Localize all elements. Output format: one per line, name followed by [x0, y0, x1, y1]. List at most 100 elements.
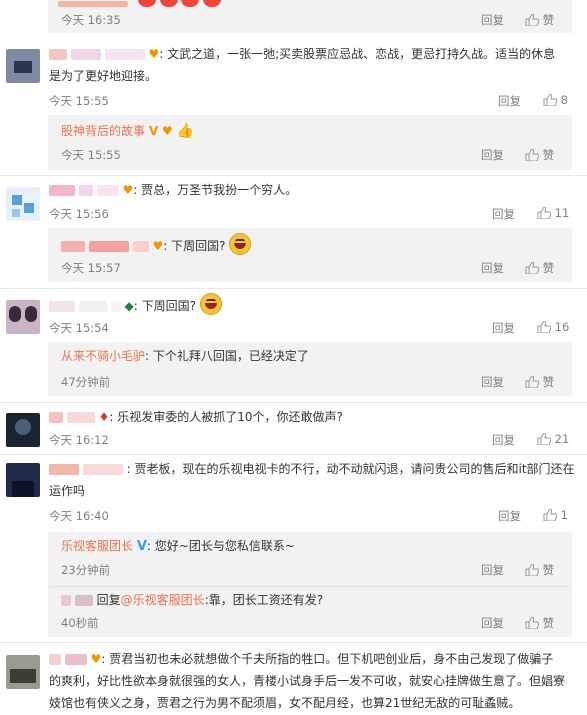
comment-time: 今天 16:40	[49, 509, 109, 523]
thumb-up-icon	[525, 376, 539, 388]
like-button[interactable]: 16	[537, 320, 569, 334]
thumb-up-icon	[537, 321, 551, 333]
like-button[interactable]: 赞	[525, 260, 554, 276]
reply-button[interactable]: 回复	[498, 93, 521, 109]
username-blurred[interactable]	[104, 49, 145, 60]
username-blurred[interactable]	[49, 654, 61, 665]
avatar[interactable]	[6, 463, 40, 497]
top-emoji-row	[58, 0, 226, 7]
thumb-up-icon	[525, 14, 539, 26]
reply-prefix: 回复	[96, 593, 121, 607]
reply-button[interactable]: 回复	[492, 320, 515, 336]
avatar[interactable]	[6, 655, 40, 689]
divider	[0, 402, 587, 403]
comment-body: ♥: 贾总，万圣节我扮一个穷人。	[49, 179, 579, 201]
like-button[interactable]: 赞	[525, 147, 554, 163]
like-label: 赞	[542, 616, 555, 630]
username-blurred[interactable]	[82, 464, 123, 475]
reply: 股神背后的故事 V ♥ 👍 今天 15:55 回复 赞	[48, 115, 572, 170]
username-blurred[interactable]	[49, 185, 75, 196]
like-button[interactable]: 8	[543, 93, 568, 107]
comment-text: : 下周回国?	[133, 299, 196, 313]
username-blurred[interactable]	[64, 654, 87, 665]
avatar[interactable]	[6, 300, 40, 334]
like-button[interactable]: 1	[543, 508, 568, 522]
divider	[0, 175, 587, 176]
vip-badge-icon: ♥	[122, 183, 134, 197]
reply-header: ♥: 下周回国?	[61, 233, 252, 255]
vip-badge-icon: ♥	[152, 239, 164, 253]
username-blurred[interactable]	[66, 412, 95, 423]
reply: 乐视客服团长 V: 您好~团长与您私信联系~ 23分钟前 回复 赞	[48, 532, 572, 586]
level-badge-icon: ♦	[98, 410, 110, 424]
reply: ♥: 下周回国? 今天 15:57 回复 赞	[48, 228, 572, 282]
username-blurred[interactable]	[61, 241, 85, 252]
comment-text: : 贾老板，现在的乐视电视卡的不行，动不动就闪退，请问贵公司的售后和it部门还在	[126, 462, 575, 476]
like-count: 8	[560, 93, 568, 107]
reply-button[interactable]: 回复	[492, 206, 515, 222]
reply-author[interactable]: 股神背后的故事	[61, 124, 145, 138]
reply-button[interactable]: 回复	[481, 615, 504, 631]
like-label: 赞	[542, 13, 555, 27]
username-blurred[interactable]	[110, 301, 121, 312]
divider	[0, 454, 587, 455]
reply-button[interactable]: 回复	[481, 374, 504, 390]
reply-button[interactable]: 回复	[498, 508, 521, 524]
thumbs-up-emoji-icon: 👍	[176, 123, 194, 139]
like-count: 1	[560, 508, 568, 522]
username-blurred[interactable]	[132, 241, 149, 252]
comment-body: : 贾老板，现在的乐视电视卡的不行，动不动就闪退，请问贵公司的售后和it部门还在…	[49, 458, 579, 502]
username-blurred[interactable]	[74, 595, 93, 606]
reply-button[interactable]: 回复	[481, 12, 504, 28]
thumb-up-icon	[525, 617, 539, 629]
reply-header: 股神背后的故事 V ♥ 👍	[61, 122, 194, 139]
reply-author[interactable]: 从来不骑小毛驴	[61, 349, 145, 363]
reply-top: 今天 16:35 回复 赞	[48, 0, 572, 33]
username-blurred[interactable]	[88, 241, 129, 252]
blurred-text	[58, 0, 128, 7]
username-blurred[interactable]	[49, 412, 63, 423]
username-blurred[interactable]	[49, 301, 75, 312]
avatar[interactable]	[6, 49, 40, 83]
like-button[interactable]: 赞	[525, 615, 554, 631]
username-blurred[interactable]	[78, 301, 107, 312]
reply-button[interactable]: 回复	[481, 147, 504, 163]
like-button[interactable]: 21	[537, 432, 569, 446]
comment-body: ♥: 贾君当初也未必就想做个千夫所指的牲口。但下机吧创业后，身不由己发现了做骗子…	[49, 648, 579, 714]
reply-author[interactable]: 乐视客服团长	[61, 539, 133, 553]
comment-time: 今天 15:55	[49, 94, 109, 108]
username-blurred[interactable]	[96, 185, 119, 196]
vip-badge-icon: ♥	[161, 124, 173, 138]
comment-time: 今天 15:54	[49, 321, 109, 335]
emoji-icon	[159, 0, 178, 7]
username-blurred[interactable]	[49, 49, 67, 60]
like-button[interactable]: 赞	[525, 562, 554, 578]
like-count: 11	[554, 206, 570, 220]
username-blurred[interactable]	[61, 595, 71, 606]
like-label: 赞	[542, 148, 555, 162]
reply-button[interactable]: 回复	[481, 562, 504, 578]
reply: 回复@乐视客服团长:靠，团长工资还有发? 40秒前 回复 赞	[48, 586, 572, 637]
reply-button[interactable]: 回复	[481, 260, 504, 276]
username-blurred[interactable]	[70, 49, 101, 60]
mention-link[interactable]: @乐视客服团长	[121, 593, 205, 607]
avatar[interactable]	[6, 413, 40, 447]
comment-text: : 贾君当初也未必就想做个千夫所指的牲口。但下机吧创业后，身不由己发现了做骗子	[101, 652, 554, 666]
avatar[interactable]	[6, 187, 40, 221]
reply-button[interactable]: 回复	[492, 432, 515, 448]
comment-text: : 文武之道，一张一弛;买卖股票应忌战、恋战，更忌打持久战。适当的休息	[159, 47, 556, 61]
comment-body: ◆: 下周回国?	[49, 293, 579, 317]
thumb-up-icon	[543, 509, 557, 521]
level-badge-icon: ◆	[124, 299, 134, 313]
comment-text: 的爽利，好比性欲本身就很强的女人，青楼小试身手后一发不可收，就安心挂牌做生意了。…	[49, 674, 566, 688]
like-button[interactable]: 11	[537, 206, 569, 220]
like-button[interactable]: 赞	[525, 374, 554, 390]
reply-time: 今天 16:35	[61, 13, 121, 27]
like-label: 赞	[542, 261, 555, 275]
username-blurred[interactable]	[49, 464, 79, 475]
reply-time: 23分钟前	[61, 563, 111, 577]
like-button[interactable]: 赞	[525, 12, 554, 28]
like-count: 16	[554, 320, 570, 334]
username-blurred[interactable]	[78, 185, 93, 196]
emoji-icon	[181, 0, 200, 7]
